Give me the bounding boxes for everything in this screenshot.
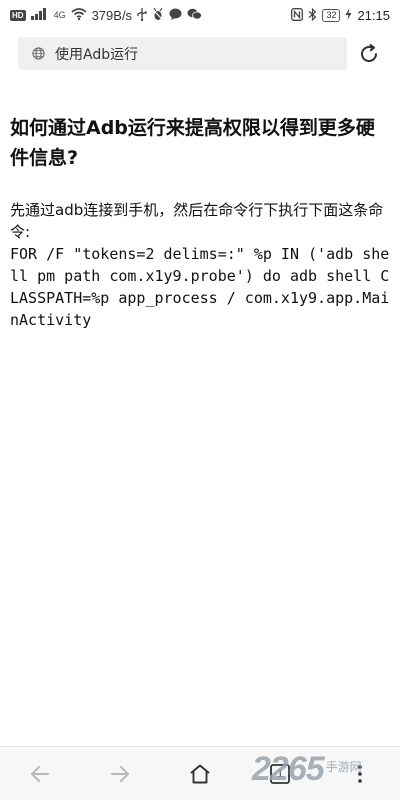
status-left: HD 4G 379B/s: [10, 7, 202, 23]
wechat-icon: [187, 8, 202, 22]
article-headline: 如何通过Adb运行来提高权限以得到更多硬件信息?: [10, 117, 375, 169]
status-right: 32 21:15: [291, 7, 390, 23]
hd-icon: HD: [10, 9, 26, 21]
bluetooth-icon: [308, 7, 317, 23]
address-bar[interactable]: 使用Adb运行: [18, 37, 347, 70]
forward-button[interactable]: [106, 760, 134, 788]
back-icon: [31, 766, 49, 782]
charging-icon: [345, 8, 352, 22]
watermark: 2265 手游网: [252, 750, 362, 789]
home-button[interactable]: [186, 760, 214, 788]
net-speed: 379B/s: [91, 7, 133, 23]
usb-icon: [137, 7, 147, 23]
command-text: FOR /F "tokens=2 delims=:" %p IN ('adb s…: [10, 245, 390, 329]
watermark-number: 2265: [252, 750, 325, 788]
reload-icon[interactable]: [357, 42, 381, 66]
home-icon: [190, 764, 210, 784]
debug-icon: [152, 7, 164, 23]
article-content: 如何通过Adb运行来提高权限以得到更多硬件信息? 先通过adb连接到手机，然后在…: [10, 113, 390, 331]
article-intro: 先通过adb连接到手机，然后在命令行下执行下面这条命令:: [10, 201, 384, 241]
back-button[interactable]: [26, 760, 54, 788]
signal-icon: [30, 8, 49, 22]
wifi-icon: [71, 8, 87, 22]
address-text: 使用Adb运行: [55, 46, 139, 63]
nfc-icon: [291, 7, 304, 23]
forward-icon: [111, 766, 129, 782]
globe-icon: [32, 47, 45, 60]
signal-type-label: 4G: [53, 9, 66, 20]
chat-icon: [169, 8, 182, 22]
battery-icon: 32: [322, 8, 341, 22]
status-bar: HD 4G 379B/s 32 21:15: [0, 0, 400, 30]
watermark-text: 手游网: [325, 760, 362, 774]
clock: 21:15: [357, 7, 390, 23]
